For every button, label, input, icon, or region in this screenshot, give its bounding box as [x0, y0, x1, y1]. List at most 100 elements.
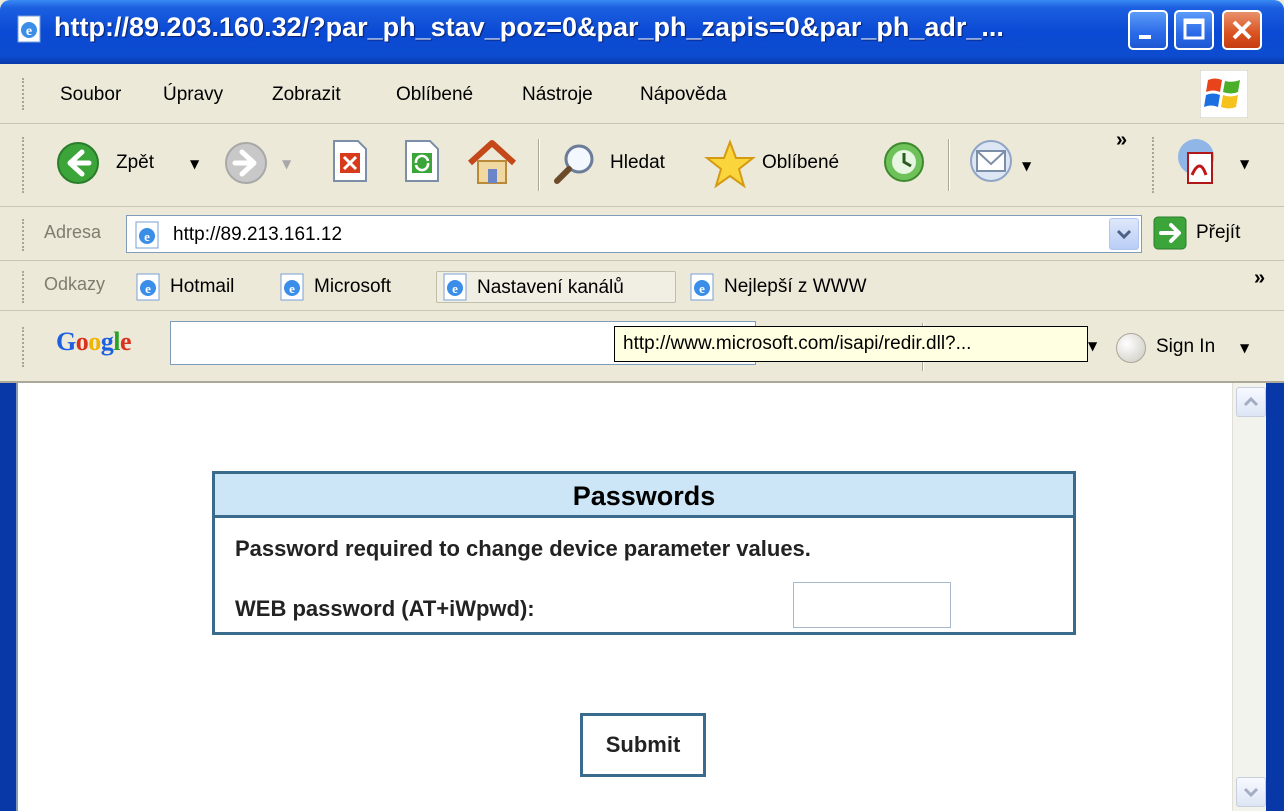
menu-file[interactable]: Soubor [60, 84, 121, 106]
ie-link-icon: e [690, 273, 714, 301]
web-password-label: WEB password (AT+iWpwd): [235, 596, 535, 621]
link-label: Microsoft [314, 276, 392, 297]
passwords-title: Passwords [572, 481, 716, 511]
pdf-icon [1178, 139, 1214, 184]
signin-button[interactable]: Sign In [1156, 336, 1215, 358]
passwords-description: Password required to change device param… [235, 536, 811, 561]
svg-text:e: e [145, 281, 151, 296]
search-label: Hledat [610, 152, 665, 173]
window-border [1266, 383, 1284, 811]
minimize-button[interactable] [1128, 10, 1168, 50]
menu-edit[interactable]: Úpravy [163, 84, 223, 106]
pdf-dropdown-icon[interactable]: ▼ [1240, 157, 1249, 171]
back-arrow-icon [57, 142, 99, 184]
forward-arrow-icon [225, 142, 267, 184]
minimize-icon [1139, 35, 1151, 39]
address-dropdown-button[interactable] [1109, 218, 1139, 250]
passwords-table: Passwords Password required to change de… [212, 471, 1076, 635]
link-best-of-web[interactable]: e Nejlepší z WWW [684, 271, 910, 303]
stop-icon [333, 140, 367, 182]
favorites-star-icon [704, 139, 756, 189]
google-logo[interactable]: Google [56, 327, 132, 357]
pdf-button[interactable]: ▼ [1170, 135, 1260, 191]
signin-dropdown-icon[interactable]: ▼ [1240, 341, 1249, 355]
links-label: Odkazy [44, 274, 106, 294]
title-bar: e http://89.203.160.32/?par_ph_stav_poz=… [0, 0, 1284, 64]
toolbar-grip[interactable] [22, 137, 26, 193]
mail-button[interactable]: ▼ [966, 137, 1046, 189]
favorites-button[interactable]: Oblíbené [704, 135, 870, 191]
menu-favorites[interactable]: Oblíbené [396, 84, 473, 106]
refresh-icon [405, 140, 439, 182]
search-icon [554, 144, 594, 184]
home-icon [467, 140, 517, 184]
google-grip[interactable] [22, 327, 26, 367]
favorites-label: Oblíbené [762, 152, 840, 173]
menu-tools[interactable]: Nástroje [522, 84, 593, 106]
links-grip[interactable] [22, 271, 26, 303]
link-label: Hotmail [170, 276, 235, 297]
close-button[interactable] [1222, 10, 1262, 50]
back-button[interactable]: Zpět ▼ [50, 135, 206, 191]
passwords-table-header: Passwords [215, 474, 1073, 518]
menu-grip[interactable] [22, 78, 26, 110]
signin-avatar-icon [1116, 333, 1146, 363]
go-label: Přejít [1196, 222, 1241, 243]
history-button[interactable] [880, 139, 932, 187]
address-grip[interactable] [22, 219, 26, 251]
chevron-down-icon [1243, 787, 1259, 798]
address-label: Adresa [44, 222, 102, 242]
link-channel-settings[interactable]: e Nastavení kanálů [436, 271, 676, 303]
windows-logo-icon [1200, 70, 1248, 118]
chevron-down-icon [1116, 229, 1132, 240]
vertical-scrollbar[interactable] [1232, 383, 1266, 811]
ie-link-icon: e [443, 273, 467, 301]
menu-bar: Soubor Úpravy Zobrazit Oblíbené Nástroje… [0, 64, 1284, 124]
svg-text:e: e [452, 281, 458, 296]
home-button[interactable] [466, 137, 522, 189]
link-hotmail[interactable]: e Hotmail [130, 271, 264, 303]
address-input[interactable]: e http://89.213.161.12 [126, 215, 1142, 253]
page-viewport: Passwords Password required to change de… [16, 383, 1232, 811]
maximize-button[interactable] [1174, 10, 1214, 50]
refresh-button[interactable] [402, 139, 448, 187]
web-password-input[interactable] [793, 582, 951, 628]
svg-text:e: e [144, 229, 150, 244]
svg-text:e: e [699, 281, 705, 296]
link-tooltip: http://www.microsoft.com/isapi/redir.dll… [614, 326, 1088, 362]
forward-dropdown-icon[interactable]: ▼ [282, 157, 291, 171]
links-bar: Odkazy e Hotmail e Microsoft e Nastavení… [0, 261, 1284, 311]
address-value: http://89.213.161.12 [173, 224, 343, 245]
svg-text:e: e [289, 281, 295, 296]
back-dropdown-icon[interactable]: ▼ [190, 157, 199, 171]
links-overflow-icon[interactable]: » [1254, 267, 1265, 290]
menu-view[interactable]: Zobrazit [272, 84, 341, 106]
ie-page-icon: e [17, 15, 41, 43]
ie-link-icon: e [136, 273, 160, 301]
history-icon [884, 142, 924, 182]
go-arrow-icon [1153, 216, 1187, 250]
link-label: Nejlepší z WWW [724, 276, 867, 297]
browser-content-frame: Passwords Password required to change de… [0, 383, 1284, 811]
toolbar-separator [538, 139, 540, 191]
close-icon [1232, 20, 1252, 40]
scroll-up-button[interactable] [1236, 387, 1266, 417]
window-title: http://89.203.160.32/?par_ph_stav_poz=0&… [54, 12, 1004, 42]
back-label: Zpět [116, 152, 155, 173]
link-label: Nastavení kanálů [477, 277, 624, 298]
menu-help[interactable]: Nápověda [640, 84, 727, 106]
submit-button[interactable]: Submit [580, 713, 706, 777]
google-options-dropdown-icon[interactable]: ▼ [1088, 339, 1097, 353]
toolbar-grip[interactable] [1152, 137, 1156, 193]
stop-button[interactable] [330, 139, 376, 187]
ie-page-icon: e [135, 221, 159, 249]
forward-button[interactable]: ▼ [220, 135, 306, 191]
ie-link-icon: e [280, 273, 304, 301]
standard-toolbar: Zpět ▼ ▼ Hledat Oblíbené ▼ » ▼ [0, 125, 1284, 207]
mail-icon [970, 140, 1012, 182]
search-button[interactable]: Hledat [552, 135, 698, 191]
scroll-down-button[interactable] [1236, 777, 1266, 807]
link-microsoft[interactable]: e Microsoft [274, 271, 424, 303]
toolbar-overflow-icon[interactable]: » [1116, 129, 1127, 152]
mail-dropdown-icon[interactable]: ▼ [1022, 159, 1031, 173]
